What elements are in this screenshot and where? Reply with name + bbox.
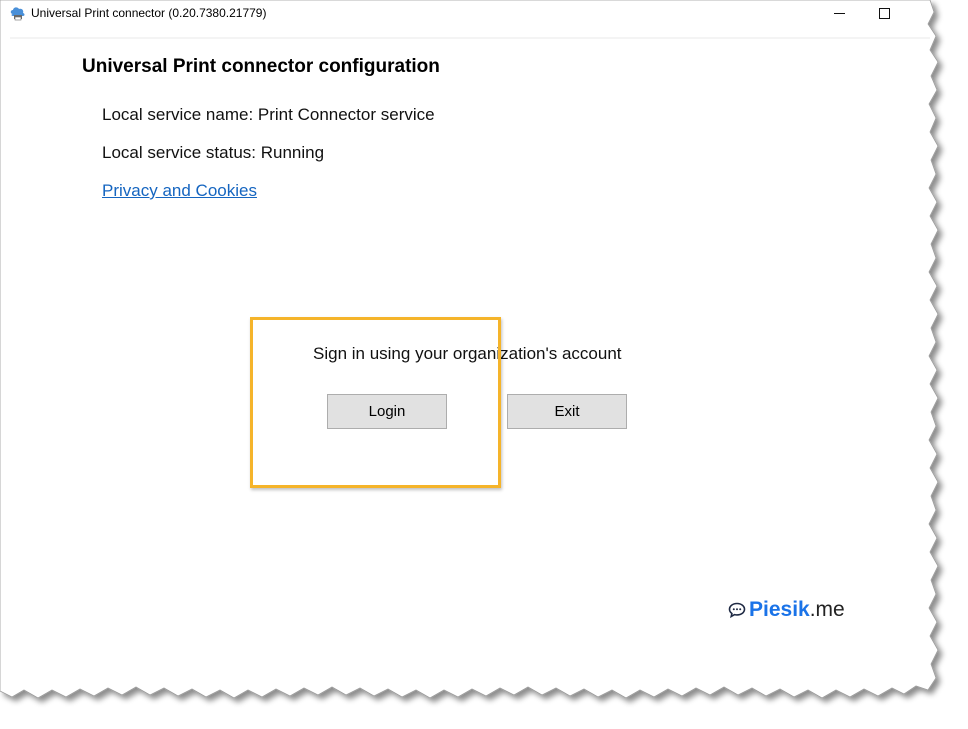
service-name-text: Local service name: Print Connector serv… [102, 105, 435, 124]
maximize-button[interactable] [864, 0, 904, 27]
privacy-cookies-link[interactable]: Privacy and Cookies [102, 181, 257, 201]
watermark-brand: Piesik [749, 598, 810, 621]
page-title: Universal Print connector configuration [82, 56, 440, 77]
watermark-logo: Piesik .me [728, 598, 845, 622]
login-button[interactable]: Login [327, 394, 447, 429]
exit-button[interactable]: Exit [507, 394, 627, 429]
chat-bubble-icon [728, 602, 746, 619]
screenshot-stage: Universal Print connector (0.20.7380.217… [0, 0, 968, 729]
service-status-text: Local service status: Running [102, 143, 325, 162]
title-bar: Universal Print connector (0.20.7380.217… [0, 0, 930, 27]
watermark-tld: .me [809, 598, 845, 621]
minimize-button[interactable] [819, 0, 859, 27]
signin-prompt: Sign in using your organization's accoun… [313, 344, 622, 363]
printer-cloud-icon [9, 5, 27, 21]
maximize-icon [878, 8, 890, 19]
minimize-icon [833, 13, 845, 14]
window-title: Universal Print connector (0.20.7380.217… [31, 6, 267, 20]
